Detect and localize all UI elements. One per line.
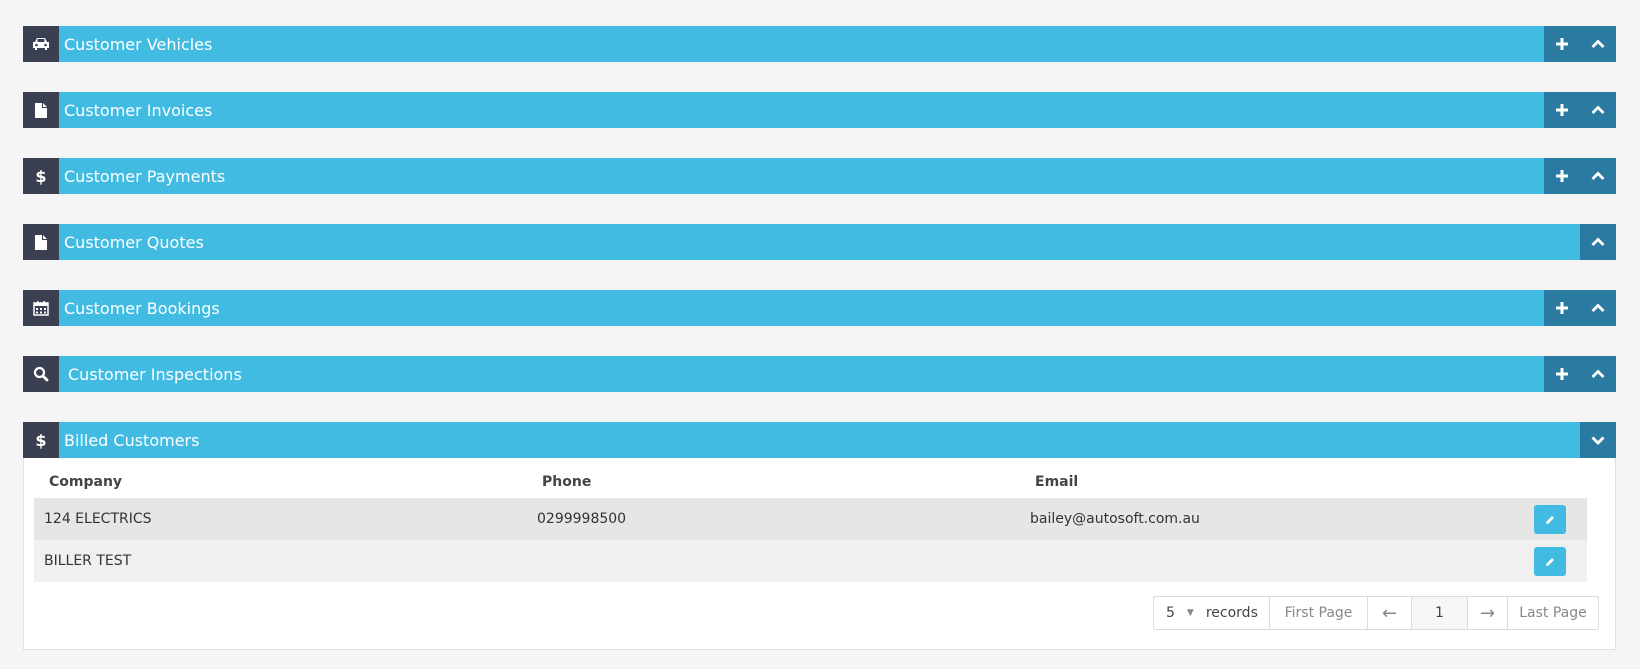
panel-header[interactable]: Customer Vehicles xyxy=(23,26,1616,62)
file-icon xyxy=(23,92,59,128)
panel-title: Customer Quotes xyxy=(64,232,204,252)
prev-page-button[interactable]: ← xyxy=(1368,597,1412,629)
calendar-icon xyxy=(23,290,59,326)
cell-company: 124 ELECTRICS xyxy=(44,511,152,527)
pagination: 5 ▼ records First Page ← 1 → Last Page xyxy=(1153,596,1599,630)
panel-title: Customer Payments xyxy=(64,166,226,186)
panel-title: Customer Bookings xyxy=(64,298,220,318)
panel-title: Customer Invoices xyxy=(64,100,213,120)
panel-header[interactable]: $ Customer Payments xyxy=(23,158,1616,194)
first-page-button[interactable]: First Page xyxy=(1270,597,1368,629)
panel-header[interactable]: Customer Invoices xyxy=(23,92,1616,128)
cell-email: bailey@autosoft.com.au xyxy=(1030,511,1200,527)
panel-header[interactable]: $ Billed Customers xyxy=(23,422,1616,458)
cell-phone: 0299998500 xyxy=(537,511,627,527)
add-icon[interactable] xyxy=(1544,290,1580,326)
panel-billed-customers: $ Billed Customers Company Phone Email 1… xyxy=(23,422,1616,650)
billed-customers-body: Company Phone Email 124 ELECTRICS 029999… xyxy=(23,458,1616,650)
table-row[interactable]: 124 ELECTRICS 0299998500 bailey@autosoft… xyxy=(34,498,1587,540)
chevron-down-icon[interactable] xyxy=(1580,422,1616,458)
panel-title: Customer Vehicles xyxy=(64,34,213,54)
add-icon[interactable] xyxy=(1544,356,1580,392)
pencil-icon xyxy=(1546,515,1554,524)
search-icon xyxy=(23,356,59,392)
chevron-up-icon[interactable] xyxy=(1580,224,1616,260)
panel-header[interactable]: Customer Bookings xyxy=(23,290,1616,326)
panel-customer-bookings: Customer Bookings xyxy=(23,290,1616,326)
panel-title: Billed Customers xyxy=(64,430,200,450)
pencil-icon xyxy=(1546,557,1554,566)
chevron-up-icon[interactable] xyxy=(1580,26,1616,62)
panel-title: Customer Inspections xyxy=(68,364,242,384)
add-icon[interactable] xyxy=(1544,26,1580,62)
last-page-button[interactable]: Last Page xyxy=(1508,597,1598,629)
dollar-icon: $ xyxy=(23,422,59,458)
column-header-company[interactable]: Company xyxy=(49,474,122,490)
caret-down-icon: ▼ xyxy=(1186,608,1194,618)
cell-company: BILLER TEST xyxy=(44,553,132,569)
table-row[interactable]: BILLER TEST xyxy=(34,540,1587,582)
add-icon[interactable] xyxy=(1544,92,1580,128)
chevron-up-icon[interactable] xyxy=(1580,290,1616,326)
file-icon xyxy=(23,224,59,260)
panel-customer-quotes: Customer Quotes xyxy=(23,224,1616,260)
edit-button[interactable] xyxy=(1534,547,1566,576)
page-size-select[interactable]: 5 ▼ records xyxy=(1154,597,1270,629)
chevron-up-icon[interactable] xyxy=(1580,158,1616,194)
panel-customer-vehicles: Customer Vehicles xyxy=(23,26,1616,62)
chevron-up-icon[interactable] xyxy=(1580,92,1616,128)
chevron-up-icon[interactable] xyxy=(1580,356,1616,392)
records-label: records xyxy=(1205,605,1258,621)
panel-customer-inspections: Customer Inspections xyxy=(23,356,1616,392)
panel-customer-invoices: Customer Invoices xyxy=(23,92,1616,128)
page-size-value: 5 xyxy=(1166,605,1175,621)
panel-header[interactable]: Customer Inspections xyxy=(23,356,1616,392)
next-page-button[interactable]: → xyxy=(1468,597,1508,629)
panel-header[interactable]: Customer Quotes xyxy=(23,224,1616,260)
panel-customer-payments: $ Customer Payments xyxy=(23,158,1616,194)
table-header: Company Phone Email xyxy=(34,470,1587,498)
dollar-icon: $ xyxy=(23,158,59,194)
column-header-email[interactable]: Email xyxy=(1035,474,1078,490)
add-icon[interactable] xyxy=(1544,158,1580,194)
car-icon xyxy=(23,26,59,62)
column-header-phone[interactable]: Phone xyxy=(542,474,591,490)
edit-button[interactable] xyxy=(1534,505,1566,534)
current-page[interactable]: 1 xyxy=(1412,597,1468,629)
